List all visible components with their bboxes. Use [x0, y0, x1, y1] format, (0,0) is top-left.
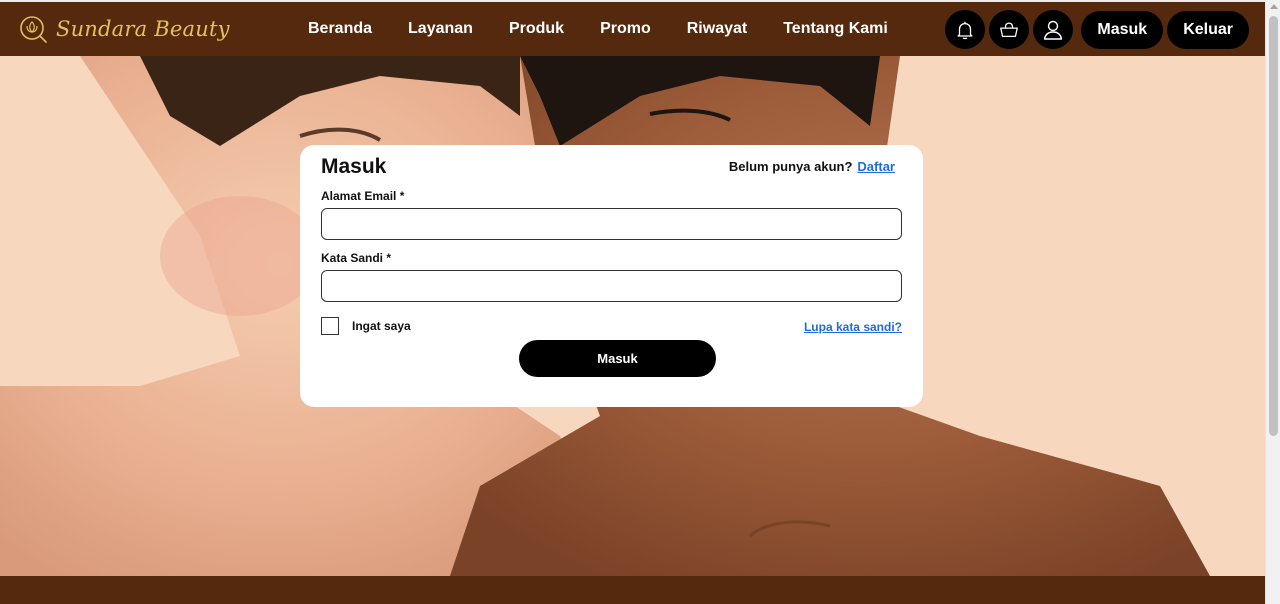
basket-icon [1000, 21, 1019, 37]
email-field[interactable] [321, 208, 902, 240]
footer [0, 576, 1265, 604]
nav-beranda[interactable]: Beranda [308, 20, 372, 38]
logout-nav-button[interactable]: Keluar [1167, 10, 1249, 49]
nav-produk[interactable]: Produk [509, 20, 564, 38]
profile-button[interactable] [1033, 10, 1074, 49]
scroll-thumb[interactable] [1269, 16, 1278, 436]
brand-name: Sundara Beauty [56, 17, 230, 41]
signup-link[interactable]: Daftar [857, 159, 895, 174]
login-submit-button[interactable]: Masuk [519, 340, 716, 377]
nav-promo[interactable]: Promo [600, 20, 651, 38]
nav-riwayat[interactable]: Riwayat [687, 20, 747, 38]
login-card: Masuk Belum punya akun? Daftar Alamat Em… [300, 145, 923, 407]
remember-me: Ingat saya [321, 317, 411, 335]
scroll-up-arrow-icon[interactable] [1270, 4, 1278, 9]
bell-icon [957, 21, 973, 39]
login-nav-button[interactable]: Masuk [1081, 10, 1164, 49]
top-navbar: Sundara Beauty Beranda Layanan Produk Pr… [0, 2, 1265, 56]
signup-prompt: Belum punya akun? Daftar [729, 159, 895, 174]
user-icon [1044, 20, 1063, 40]
remember-me-checkbox[interactable] [321, 317, 339, 335]
main-nav: Beranda Layanan Produk Promo Riwayat Ten… [290, 2, 906, 56]
nav-layanan[interactable]: Layanan [408, 20, 473, 38]
password-label: Kata Sandi * [321, 251, 392, 265]
lotus-logo-icon [20, 16, 47, 43]
vertical-scrollbar[interactable] [1265, 0, 1280, 604]
page-viewport: Sundara Beauty Beranda Layanan Produk Pr… [0, 0, 1265, 604]
cart-button[interactable] [989, 10, 1030, 49]
password-field[interactable] [321, 270, 902, 302]
brand[interactable]: Sundara Beauty [18, 11, 230, 47]
notifications-button[interactable] [945, 10, 986, 49]
no-account-text: Belum punya akun? [728, 159, 853, 174]
remember-me-label: Ingat saya [352, 319, 411, 333]
login-title: Masuk [321, 155, 387, 178]
forgot-password-link[interactable]: Lupa kata sandi? [804, 320, 902, 334]
nav-tentang-kami[interactable]: Tentang Kami [783, 20, 888, 38]
email-label: Alamat Email * [321, 189, 405, 203]
nav-actions: Masuk Keluar [945, 10, 1249, 49]
